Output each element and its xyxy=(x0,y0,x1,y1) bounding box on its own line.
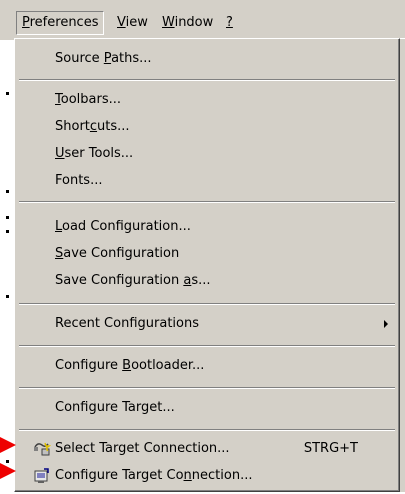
panel-mark xyxy=(6,190,9,193)
menu-item-recent-configurations[interactable]: Recent Configurations xyxy=(18,311,396,337)
menu-window[interactable]: Window xyxy=(156,12,219,34)
menu-item-user-tools[interactable]: User Tools... xyxy=(18,141,396,167)
panel-mark xyxy=(6,230,9,233)
menu-item-configure-bootloader[interactable]: Configure Bootloader... xyxy=(18,353,396,379)
panel-mark xyxy=(6,92,9,95)
menu-item-load-configuration[interactable]: Load Configuration... xyxy=(18,214,396,240)
select-target-connection-shortcut: STRG+T xyxy=(303,441,358,456)
menu-item-shortcuts[interactable]: Shortcuts... xyxy=(18,114,396,140)
submenu-arrow-icon xyxy=(384,320,388,328)
menu-help[interactable]: ? xyxy=(220,12,239,34)
annotation-arrow xyxy=(0,437,16,453)
menu-item-configure-target-connection[interactable]: Configure Target Connection... xyxy=(18,463,396,489)
menu-separator xyxy=(19,201,395,203)
panel-mark xyxy=(6,295,9,298)
menu-separator xyxy=(19,303,395,305)
configure-connection-icon xyxy=(33,468,51,484)
menubar: Preferences View Window ? xyxy=(14,0,405,39)
menu-preferences[interactable]: Preferences xyxy=(16,11,105,35)
select-target-connection-label: Select Target Connection... xyxy=(55,441,230,456)
menu-item-save-configuration[interactable]: Save Configuration xyxy=(18,241,396,267)
menu-item-fonts[interactable]: Fonts... xyxy=(18,168,396,194)
menu-separator xyxy=(19,387,395,389)
annotation-arrow xyxy=(0,463,16,479)
recent-configurations-label: Recent Configurations xyxy=(55,316,199,331)
menu-item-source-paths[interactable]: Source Paths... xyxy=(18,46,396,72)
menu-item-toolbars[interactable]: Toolbars... xyxy=(18,87,396,113)
menu-item-save-configuration-as[interactable]: Save Configuration as... xyxy=(18,268,396,294)
background-panel xyxy=(0,40,15,492)
panel-mark xyxy=(6,216,9,219)
menu-separator xyxy=(19,79,395,81)
menu-separator xyxy=(19,429,395,431)
preferences-dropdown: Source Paths... Toolbars... Shortcuts...… xyxy=(14,38,400,492)
menu-separator xyxy=(19,345,395,347)
menu-preferences-label: references xyxy=(29,15,99,30)
menu-item-select-target-connection[interactable]: Select Target Connection... STRG+T xyxy=(18,436,396,462)
menu-item-configure-target[interactable]: Configure Target... xyxy=(18,395,396,421)
menu-view[interactable]: View xyxy=(111,12,154,34)
select-connection-icon xyxy=(33,441,52,457)
